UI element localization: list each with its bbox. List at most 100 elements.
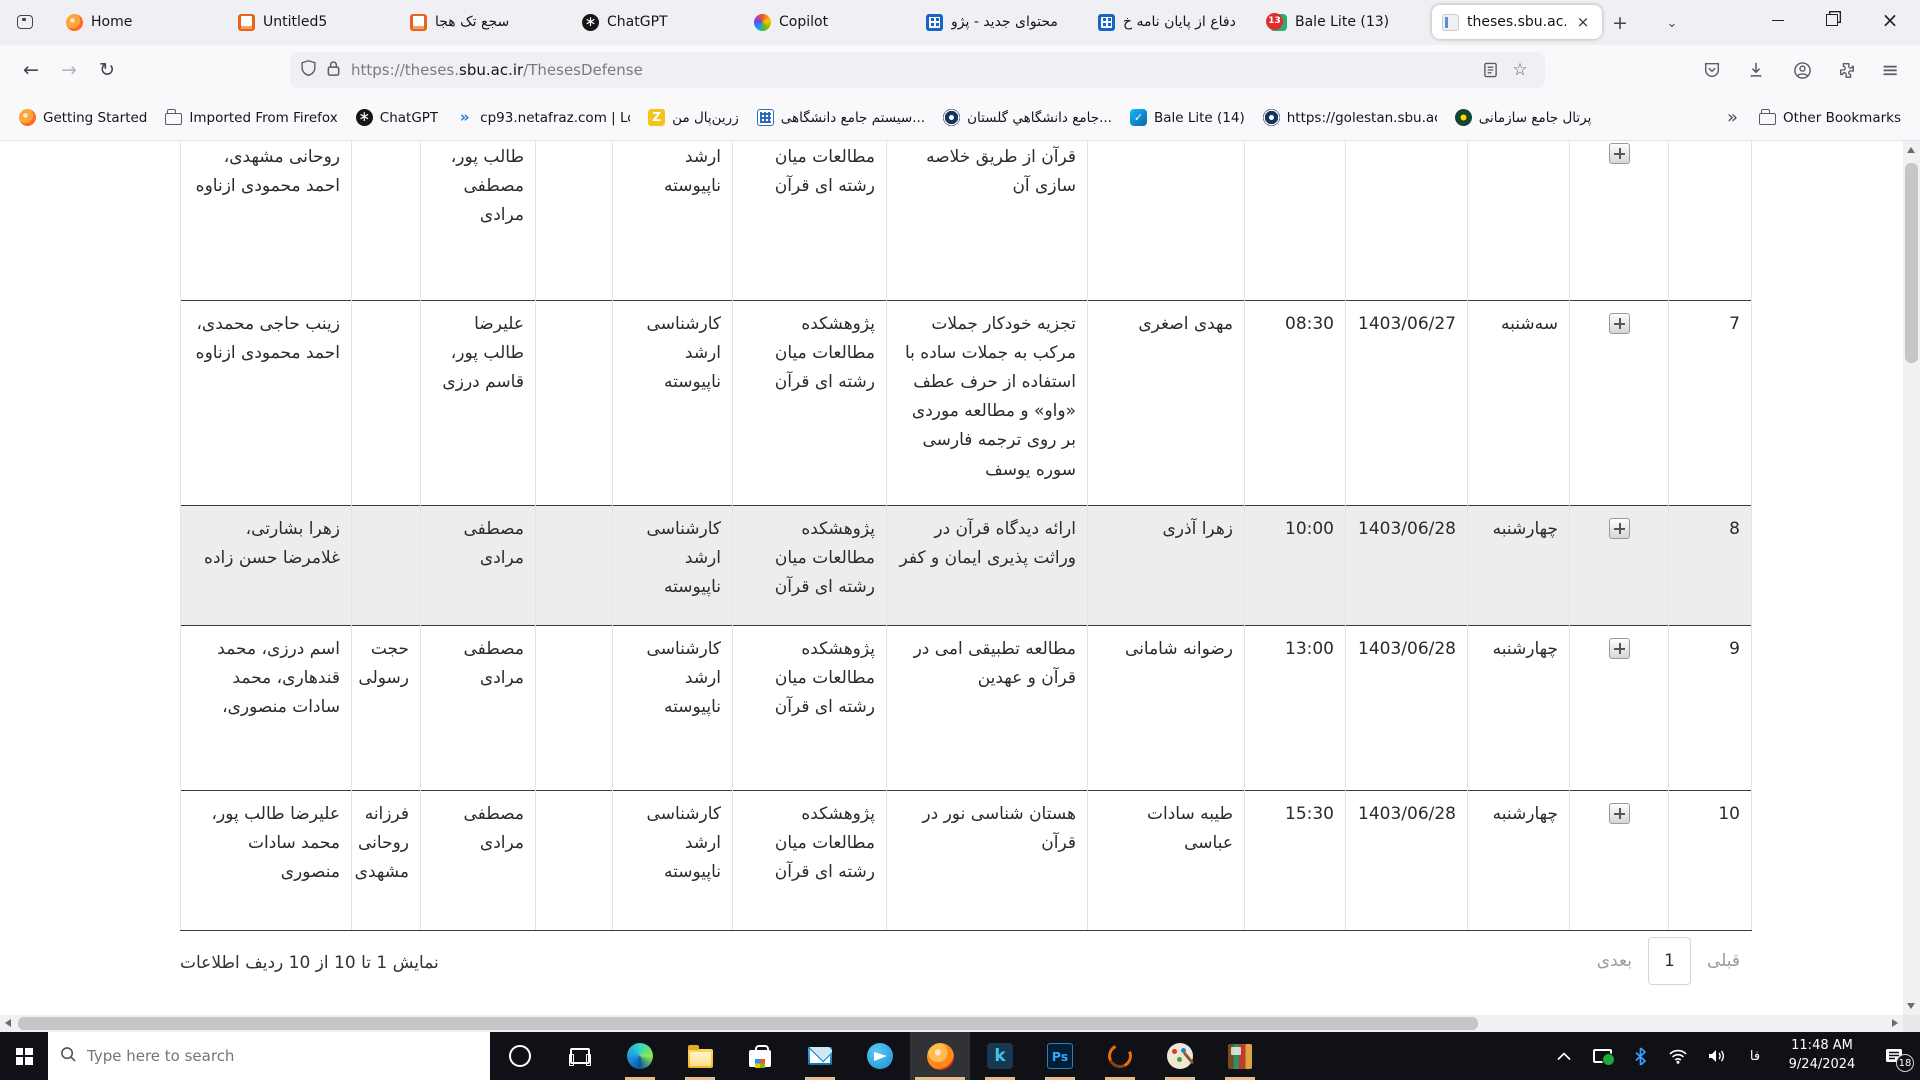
taskbar-search-box[interactable] [48, 1032, 490, 1080]
taskbar-app-button-photoshop[interactable]: Ps [1030, 1032, 1090, 1080]
horizontal-scrollbar-thumb[interactable] [18, 1017, 1478, 1030]
notification-center-icon[interactable]: 18 [1872, 1032, 1916, 1080]
pocket-icon[interactable] [1694, 53, 1730, 87]
cell-examiners: زینب حاجی محمدی، احمد محمودی ازناوه [181, 300, 352, 505]
browser-tab-chatgpt[interactable]: ChatGPT [572, 5, 742, 39]
cell-examiners: اسم درزی، محمد قندهاری، محمد سادات منصور… [181, 625, 352, 790]
app-icon [688, 1049, 713, 1068]
keyboard-language-indicator[interactable]: فا [1738, 1032, 1772, 1080]
expand-row-plus-button[interactable] [1609, 518, 1630, 539]
taskbar-app-button-winrar[interactable] [1210, 1032, 1270, 1080]
forward-button[interactable]: → [52, 53, 86, 87]
app-icon [927, 1043, 954, 1070]
cell-date: 1403/06/27 [1346, 300, 1468, 505]
bookmark-star-icon[interactable]: ☆ [1505, 56, 1535, 84]
expand-row-plus-button[interactable] [1609, 638, 1630, 659]
search-input[interactable] [87, 1047, 478, 1065]
downloads-icon[interactable] [1738, 53, 1774, 87]
taskbar-app-button-cortana[interactable] [490, 1032, 550, 1080]
pagination-prev-button[interactable]: قبلی [1707, 951, 1740, 971]
cell-examiners: روحانی مشهدی، احمد محمودی ازناوه [181, 141, 352, 300]
volume-icon[interactable] [1700, 1032, 1732, 1080]
reload-button[interactable]: ↻ [90, 53, 124, 87]
bookmark-item-bale-lite[interactable]: Bale Lite (14) [1123, 104, 1252, 131]
tab-close-icon[interactable] [1574, 13, 1592, 31]
extensions-puzzle-icon[interactable] [1829, 53, 1865, 87]
bookmark-item-golestan-system[interactable]: سیستم جامع دانشگاهی... [750, 104, 932, 131]
taskbar-app-button-mail[interactable] [790, 1032, 850, 1080]
bluetooth-icon[interactable] [1624, 1032, 1656, 1080]
cell-day: چهارشنبه [1468, 790, 1570, 930]
bookmark-favicon-icon [165, 113, 182, 125]
table-row: 9 چهارشنبه 1403/06/28 13:00 رضوانه شامان… [181, 625, 1752, 790]
new-tab-button[interactable] [1603, 9, 1637, 37]
taskbar-app-button-k-app[interactable]: k [970, 1032, 1030, 1080]
theses-defense-table: قرآن از طریق خلاصه سازی آن مطالعات میان … [180, 141, 1752, 931]
tab-favicon-icon [238, 14, 255, 31]
remote-display-icon[interactable] [1586, 1032, 1618, 1080]
start-button[interactable] [0, 1032, 48, 1080]
browser-tab-saj-tak-heja[interactable]: سجع تک هجا [400, 5, 570, 39]
cell-row-number [1669, 141, 1752, 300]
desktop: Home Untitled5 سجع تک هجا ChatGPT Copilo… [0, 0, 1920, 1080]
bookmark-item-imported-from-firefox[interactable]: Imported From Firefox [158, 105, 344, 131]
bookmark-item-org-portal[interactable]: پرتال جامع سازمانی [1448, 104, 1599, 131]
lock-icon[interactable] [326, 60, 341, 81]
tab-overflow-chevron-icon[interactable] [1655, 9, 1689, 37]
browser-tab-theses-sbu[interactable]: theses.sbu.ac.ir [1432, 5, 1602, 39]
firefox-view-icon[interactable] [10, 8, 40, 36]
browser-tab-untitled5[interactable]: Untitled5 [228, 5, 398, 39]
horizontal-scrollbar[interactable] [0, 1015, 1903, 1032]
table-row: 7 سه‌شنبه 1403/06/27 08:30 مهدی اصغری تج… [181, 300, 1752, 505]
browser-tab-bale-lite[interactable]: 13 Bale Lite (13) [1260, 5, 1430, 39]
taskbar-app-button-taskview[interactable] [550, 1032, 610, 1080]
scroll-up-arrow-icon[interactable] [1907, 147, 1915, 153]
account-icon[interactable] [1784, 53, 1820, 87]
tray-chevron-up-icon[interactable] [1548, 1032, 1580, 1080]
bookmark-item-golestan-sbu[interactable]: https://golestan.sbu.ac... [1256, 104, 1444, 131]
scroll-left-arrow-icon[interactable] [5, 1019, 11, 1027]
reader-mode-icon[interactable] [1475, 56, 1505, 84]
tray-clock[interactable]: 11:48 AM 9/24/2024 [1778, 1037, 1866, 1075]
window-minimize-button[interactable] [1752, 0, 1804, 40]
tab-favicon-icon [926, 14, 943, 31]
taskbar-app-button-store[interactable] [730, 1032, 790, 1080]
taskbar-app-button-edge[interactable] [610, 1032, 670, 1080]
shield-icon[interactable] [300, 59, 317, 81]
wifi-icon[interactable] [1662, 1032, 1694, 1080]
browser-tab-thesis-defense-doc[interactable]: دفاع از پایان نامه خ [1088, 5, 1258, 39]
bookmark-item-netafraz[interactable]: cp93.netafraz.com | Lo... [449, 104, 637, 131]
expand-row-plus-button[interactable] [1609, 803, 1630, 824]
bookmarks-overflow-chevron-icon[interactable] [1727, 107, 1738, 128]
scroll-down-arrow-icon[interactable] [1907, 1003, 1915, 1009]
scroll-right-arrow-icon[interactable] [1892, 1019, 1898, 1027]
taskbar-app-button-orange-app[interactable] [1090, 1032, 1150, 1080]
bookmark-item-zarinpal[interactable]: زرین‌پال من [641, 104, 746, 131]
expand-row-plus-button[interactable] [1609, 313, 1630, 334]
browser-tab-home[interactable]: Home [56, 5, 226, 39]
bookmark-item-golestan-university[interactable]: جامع دانشگاهي گلستان... [936, 104, 1119, 131]
taskbar-app-button-paint[interactable] [1150, 1032, 1210, 1080]
vertical-scrollbar[interactable] [1903, 141, 1920, 1015]
pagination-next-button[interactable]: بعدی [1597, 951, 1632, 971]
expand-row-plus-button[interactable] [1609, 143, 1630, 164]
bookmark-item-chatgpt[interactable]: ChatGPT [349, 104, 445, 131]
window-restore-button[interactable] [1806, 0, 1858, 40]
vertical-scrollbar-thumb[interactable] [1905, 163, 1918, 363]
pagination-page-1-button[interactable]: 1 [1648, 937, 1691, 985]
cell-expand [1570, 300, 1669, 505]
back-button[interactable]: ← [14, 53, 48, 87]
bookmark-item-getting-started[interactable]: Getting Started [12, 104, 154, 131]
browser-tab-copilot[interactable]: Copilot [744, 5, 914, 39]
taskbar-app-button-telegram[interactable] [850, 1032, 910, 1080]
browser-tab-new-content[interactable]: محتوای جدید - پژو [916, 5, 1086, 39]
window-close-button[interactable] [1864, 0, 1916, 40]
taskbar-app-button-explorer[interactable] [670, 1032, 730, 1080]
cell-degree: ارشد ناپیوسته [613, 141, 733, 300]
browser-toolbar: ← → ↻ https://theses.sbu.ac.ir/ThesesDef… [0, 45, 1920, 95]
url-bar[interactable]: https://theses.sbu.ac.ir/ThesesDefense ☆ [290, 52, 1545, 88]
other-bookmarks-folder[interactable]: Other Bookmarks [1752, 105, 1908, 131]
hamburger-menu-icon[interactable] [1872, 53, 1908, 87]
pagination: قبلی 1 بعدی [1597, 937, 1740, 985]
taskbar-app-button-firefox[interactable] [910, 1032, 970, 1080]
